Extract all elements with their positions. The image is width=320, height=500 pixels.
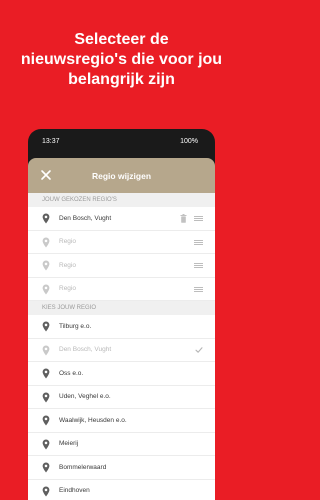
region-option[interactable]: Eindhoven [28,480,215,500]
region-option-label: Oss e.o. [59,369,84,377]
region-option-label: Eindhoven [59,487,90,495]
location-pin-icon [42,345,50,356]
chosen-region-item[interactable]: Regio [28,278,215,301]
location-pin-icon [42,486,50,497]
region-option[interactable]: Bommelerwaard [28,456,215,480]
location-pin-icon [42,392,50,403]
chosen-region-label: Regio [59,238,76,246]
chosen-region-item[interactable]: Regio [28,231,215,254]
choose-region-header: KIES JOUW REGIO [28,301,215,315]
region-option[interactable]: Oss e.o. [28,362,215,386]
status-battery: 100% [180,137,198,145]
chosen-region-item[interactable]: Den Bosch, Vught [28,207,215,231]
chosen-region-label: Den Bosch, Vught [59,214,112,222]
app-bar: Regio wijzigen [28,158,215,193]
region-list: JOUW GEKOZEN REGIO'S Den Bosch, Vught Re… [28,193,215,500]
region-option-label: Waalwijk, Heusden e.o. [59,416,127,424]
location-pin-icon [42,237,50,248]
drag-handle-icon[interactable] [194,286,203,292]
location-pin-icon [42,439,50,450]
region-option-label: Tilburg e.o. [59,322,92,330]
drag-handle-icon[interactable] [194,239,203,245]
region-option-label: Uden, Veghel e.o. [59,393,111,401]
chosen-regions-header: JOUW GEKOZEN REGIO'S [28,193,215,207]
region-option[interactable]: Tilburg e.o. [28,315,215,339]
region-option-label: Den Bosch, Vught [59,346,112,354]
checkmark-icon [195,346,203,354]
page-title: Regio wijzigen [91,170,152,181]
trash-icon[interactable] [180,214,187,223]
region-option[interactable]: Den Bosch, Vught [28,339,215,362]
region-option-label: Bommelerwaard [59,463,107,471]
drag-handle-icon[interactable] [194,263,203,268]
location-pin-icon [42,415,50,426]
phone-frame: 13:37 100% Regio wijzigen JOUW GEKOZEN R… [28,129,215,500]
location-pin-icon [42,368,50,379]
location-pin-icon [42,321,50,332]
chosen-region-label: Regio [59,261,76,269]
region-option-label: Meierij [59,440,79,448]
location-pin-icon [42,260,50,271]
headline: Selecteer de nieuwsregio's die voor jou … [20,31,223,88]
region-option[interactable]: Waalwijk, Heusden e.o. [28,409,215,433]
location-pin-icon [42,213,50,224]
status-time: 13:37 [42,137,60,145]
region-option[interactable]: Uden, Veghel e.o. [28,386,215,409]
drag-handle-icon[interactable] [194,216,203,221]
region-option[interactable]: Meierij [28,433,215,456]
close-icon[interactable] [38,167,54,183]
location-pin-icon [42,284,50,295]
location-pin-icon [42,462,50,473]
chosen-region-label: Regio [59,285,76,293]
chosen-region-item[interactable]: Regio [28,254,215,278]
